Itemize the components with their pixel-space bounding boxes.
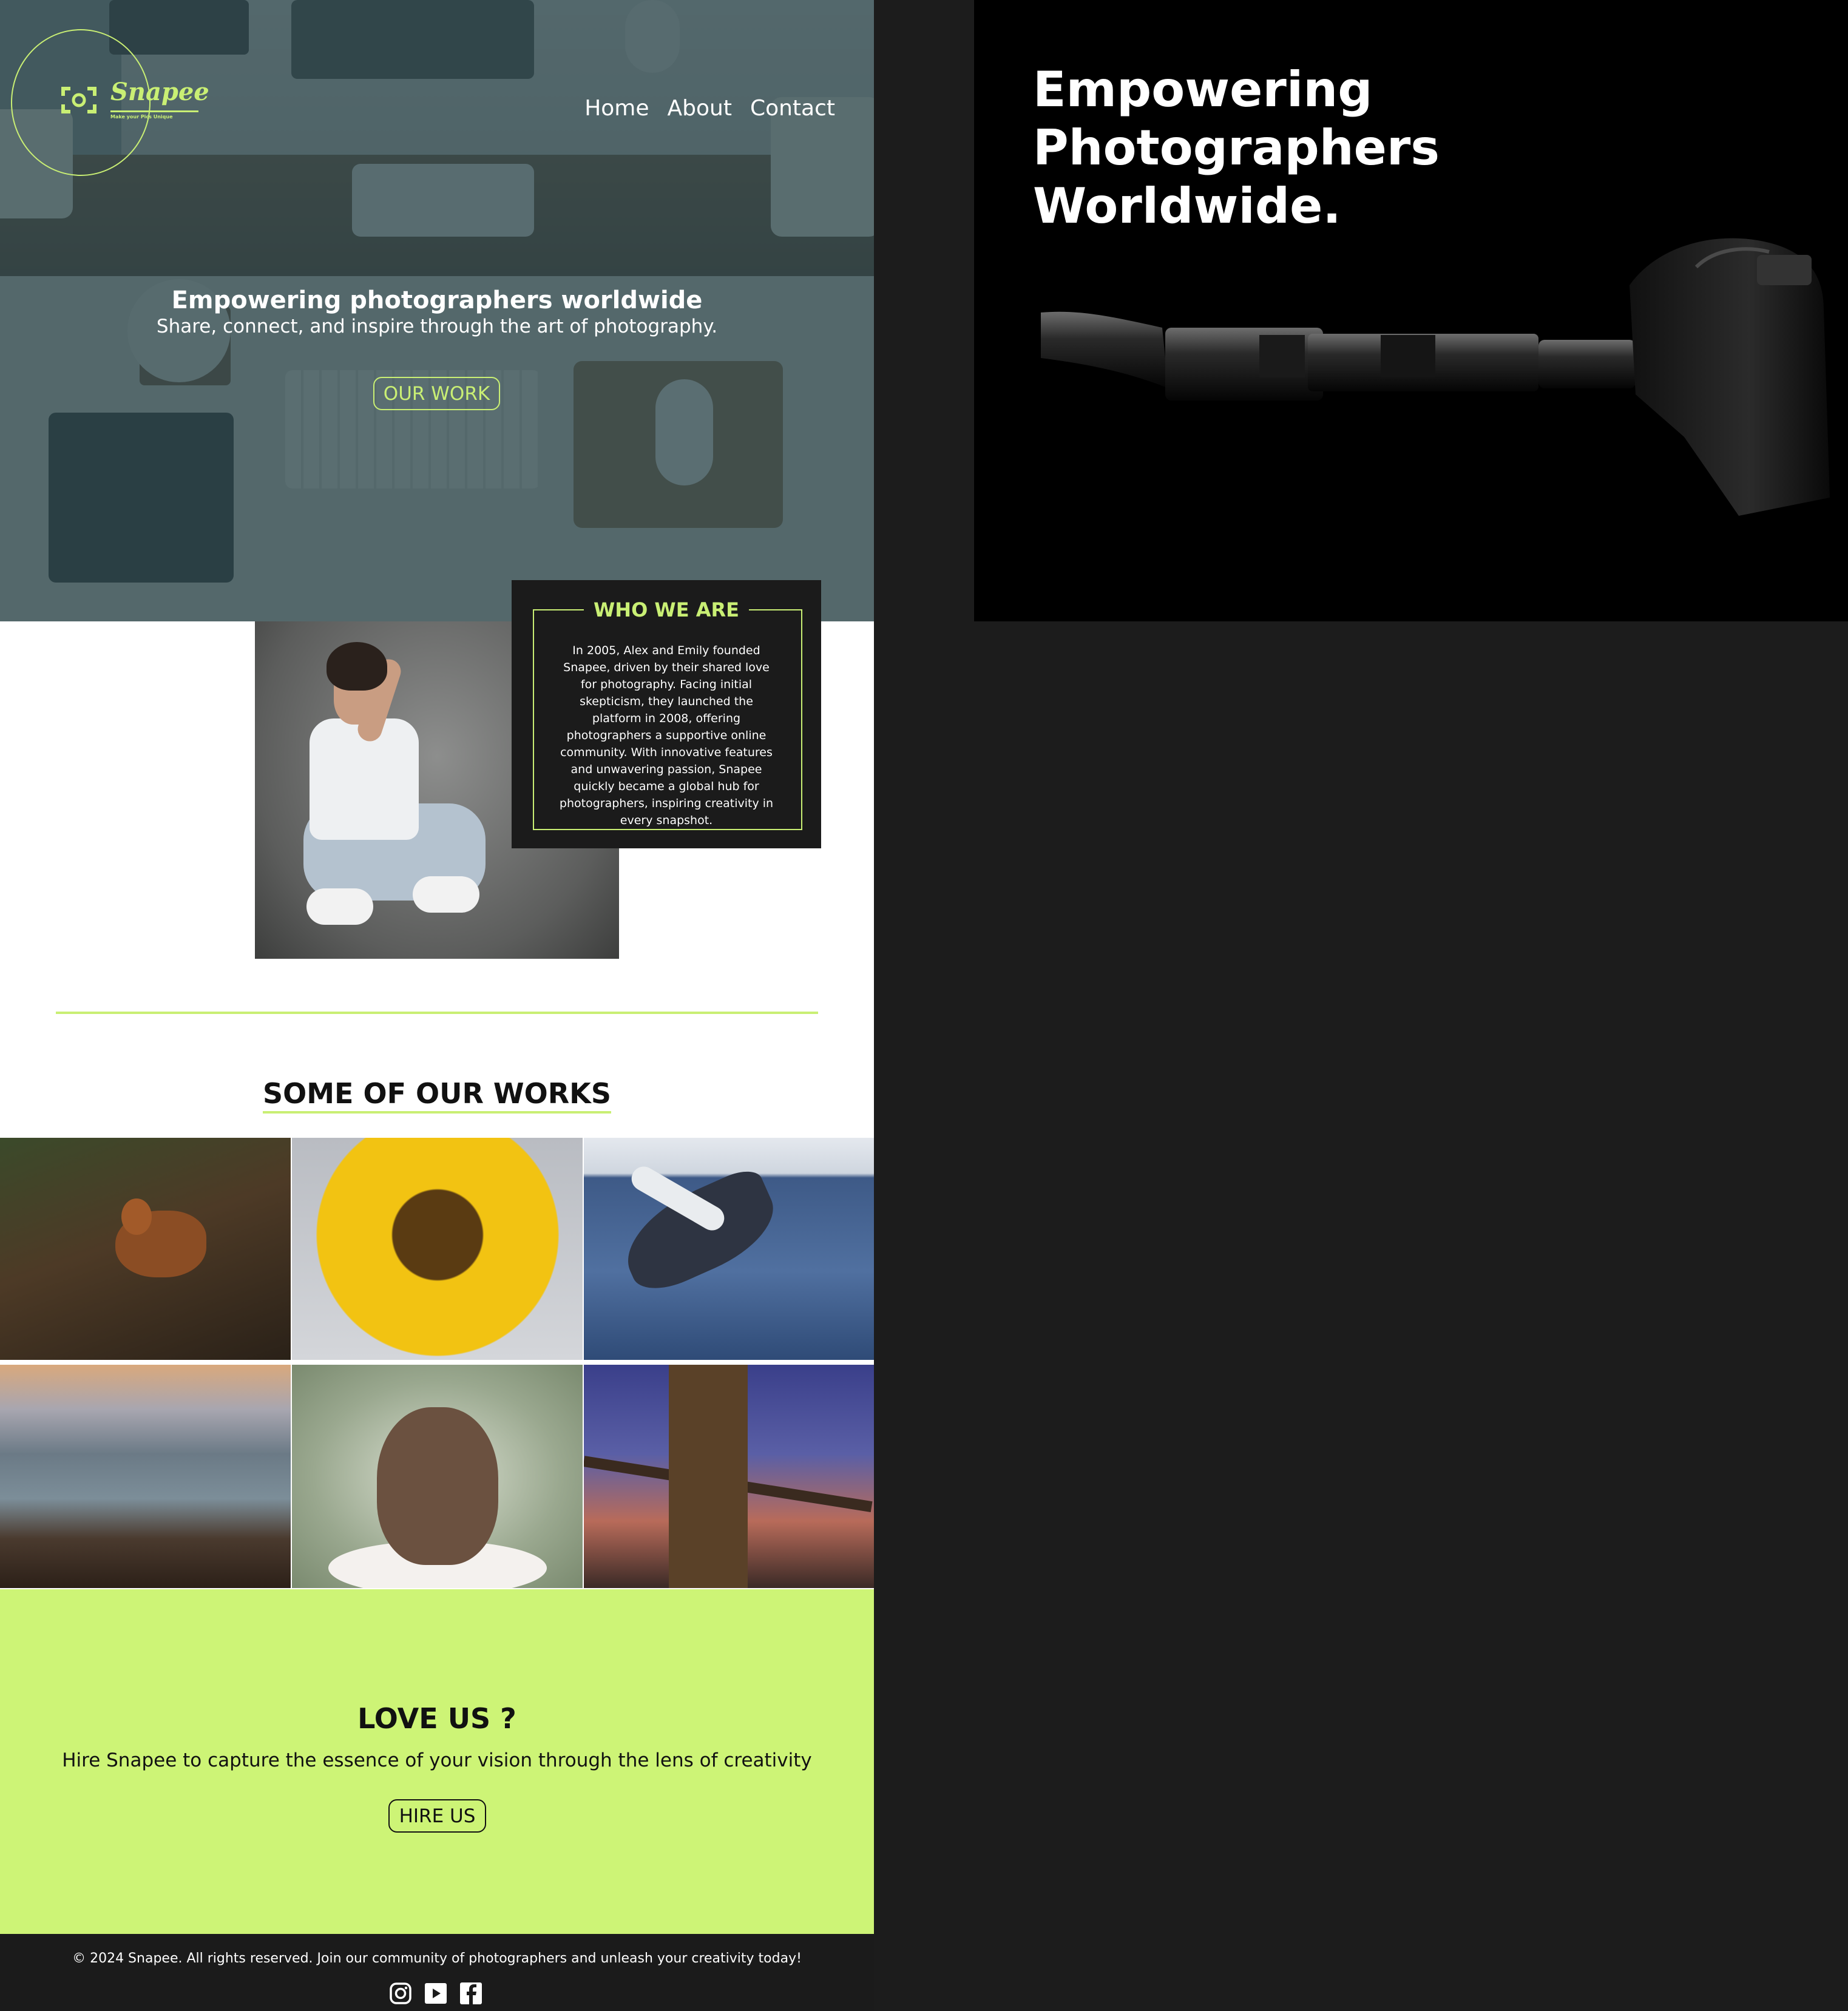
who-we-are-title: WHO WE ARE (584, 598, 749, 621)
logo-camera-icon[interactable] (61, 85, 97, 115)
gallery-image-coast[interactable] (0, 1365, 291, 1588)
gallery-image-whale[interactable] (584, 1138, 874, 1360)
landing-page-mockup: Snapee Make your Pics Unique Home About … (0, 0, 874, 2011)
who-we-are-card: WHO WE ARE In 2005, Alex and Emily found… (512, 580, 821, 848)
youtube-icon[interactable] (424, 1981, 448, 2006)
hero-subtitle: Share, connect, and inspire through the … (156, 316, 718, 337)
nav-about-link[interactable]: About (668, 96, 732, 121)
love-us-section: LOVE US ? Hire Snapee to capture the ess… (0, 1589, 874, 1934)
gallery-image-owl[interactable] (292, 1365, 583, 1588)
section-divider (56, 1012, 818, 1014)
nav-home-link[interactable]: Home (584, 96, 649, 121)
logo-text[interactable]: Snapee (110, 78, 209, 106)
camera-silhouette-image (1041, 238, 1830, 516)
gallery-image-bridge[interactable] (584, 1365, 874, 1588)
who-we-are-text: In 2005, Alex and Emily founded Snapee, … (559, 644, 774, 827)
works-gallery (0, 1138, 874, 1589)
banner-title: Empowering Photographers Worldwide. (1033, 61, 1440, 234)
camera-banner: Empowering Photographers Worldwide. (974, 0, 1848, 621)
facebook-icon[interactable] (459, 1981, 483, 2006)
logo-underline (110, 110, 198, 112)
love-us-subtitle: Hire Snapee to capture the essence of yo… (62, 1749, 812, 1771)
nav-contact-link[interactable]: Contact (750, 96, 835, 121)
hire-us-button[interactable]: HIRE US (388, 1799, 486, 1833)
gallery-image-sunflower[interactable] (292, 1138, 583, 1360)
love-us-title: LOVE US ? (357, 1702, 516, 1735)
instagram-icon[interactable] (388, 1981, 413, 2006)
footer: © 2024 Snapee. All rights reserved. Join… (0, 1934, 874, 2011)
gallery-image-fox[interactable] (0, 1138, 291, 1360)
main-nav: Home About Contact (584, 96, 835, 121)
works-title: SOME OF OUR WORKS (263, 1077, 611, 1114)
social-links (388, 1981, 483, 2006)
logo-tagline: Make your Pics Unique (110, 114, 173, 120)
hero-section: Snapee Make your Pics Unique Home About … (0, 0, 874, 621)
hero-title: Empowering photographers worldwide (171, 286, 703, 314)
our-work-button[interactable]: OUR WORK (373, 377, 500, 410)
footer-text: © 2024 Snapee. All rights reserved. Join… (72, 1951, 802, 1966)
